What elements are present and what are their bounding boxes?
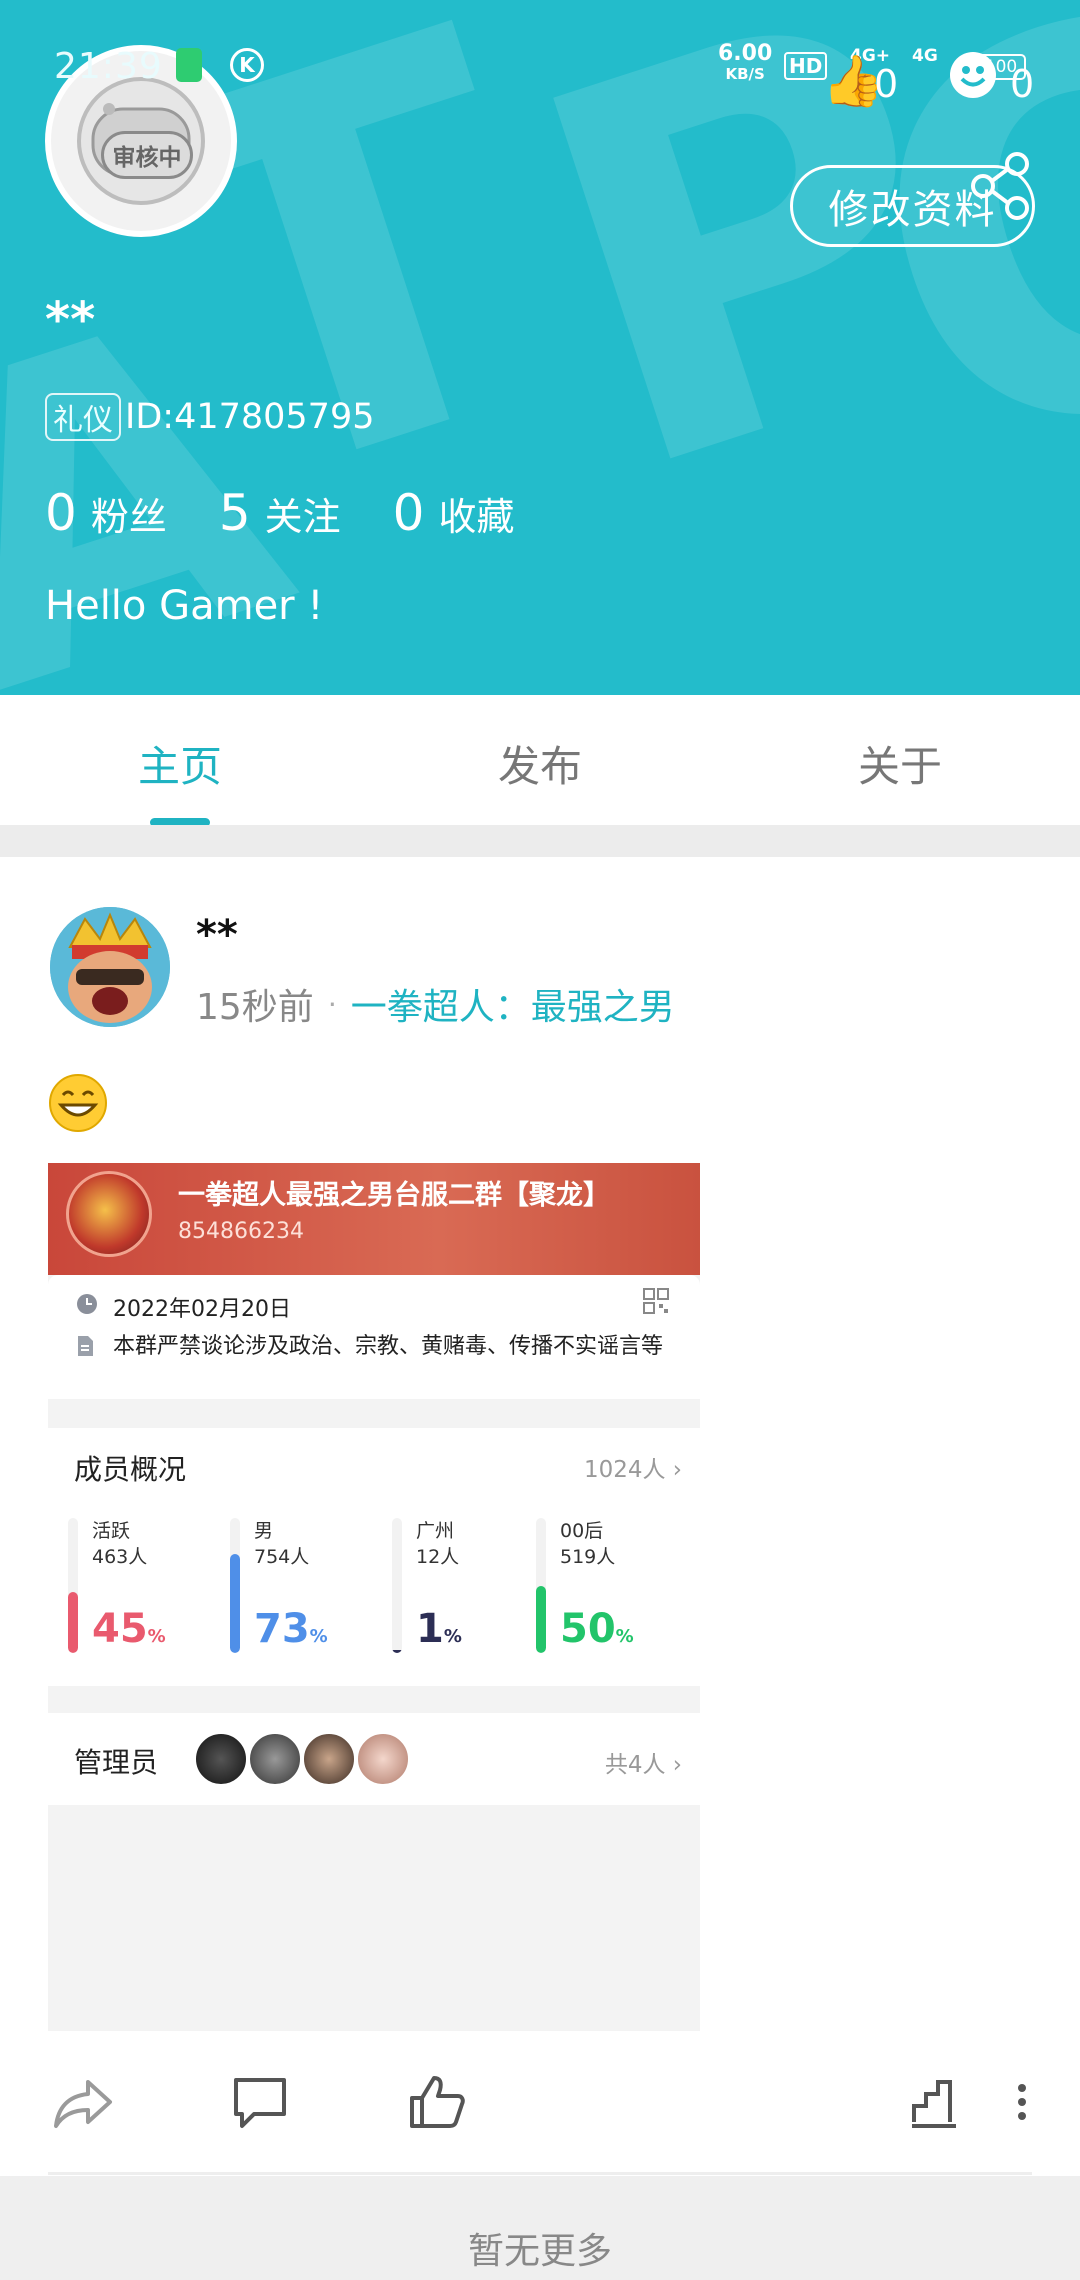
stat-percent: 50% xyxy=(560,1606,634,1652)
group-name: 一拳超人最强之男台服二群【聚龙】 xyxy=(178,1180,610,1211)
stat-label: 关注 xyxy=(264,495,341,539)
stats-icon[interactable] xyxy=(910,2070,960,2134)
stat-percent: 1% xyxy=(416,1606,462,1652)
admins-count: 共4人 › xyxy=(604,1752,682,1778)
card-info: 2022年02月20日 本群严禁谈论涉及政治、宗教、黄赌毒、传播不实谣言等 xyxy=(48,1275,700,1399)
user-id: ID:417805795 xyxy=(125,397,375,437)
status-time: 21:39 xyxy=(54,46,163,87)
members-overview[interactable]: 成员概况 1024人 › 活跃 463人 45% 男 754人 73% 广州 12人 … xyxy=(48,1428,700,1686)
emoji-overlay-count: 0 xyxy=(1010,62,1035,106)
k-app-icon: K xyxy=(230,48,264,82)
admins-row[interactable]: 管理员 共4人 › xyxy=(48,1713,700,1805)
net-speed: 6.00 KB/S xyxy=(718,41,773,84)
user-id-row: 礼仪 ID:417805795 xyxy=(45,393,374,441)
admin-avatar xyxy=(194,1732,248,1786)
share-icon[interactable] xyxy=(965,150,1035,220)
emoji-overlay-icon[interactable] xyxy=(950,52,996,98)
members-count: 1024人 › xyxy=(583,1457,682,1483)
group-rule: 本群严禁谈论涉及政治、宗教、黄赌毒、传播不实谣言等 xyxy=(113,1334,664,1359)
stat-count: 519人 xyxy=(560,1546,616,1568)
stat-label: 广州 xyxy=(416,1520,455,1542)
section-divider xyxy=(0,825,1080,857)
profile-header: T P A O 审核中 21:39 K 6.00 KB/S HD 4G+ 4G 1… xyxy=(0,0,1080,695)
post-game-link[interactable]: 一拳超人：最强之男 xyxy=(351,978,675,1030)
stat-bar-fill xyxy=(68,1592,78,1653)
username: ** xyxy=(45,292,96,348)
stat-number: 0 xyxy=(45,484,77,542)
signal-4g-icon: 4G xyxy=(912,46,938,66)
qr-code-icon[interactable] xyxy=(642,1287,670,1315)
etiquette-tag: 礼仪 xyxy=(45,393,121,441)
comment-icon[interactable] xyxy=(228,2070,292,2134)
stat-bar-fill xyxy=(230,1554,240,1653)
stat-number: 5 xyxy=(218,484,251,542)
tab-publish[interactable]: 发布 xyxy=(498,733,582,794)
stat-label: 男 xyxy=(254,1520,274,1542)
stat-percent: 45% xyxy=(92,1606,166,1652)
fans-stat[interactable]: 0 粉丝 xyxy=(45,484,167,542)
no-more-text: 暂无更多 xyxy=(467,2231,612,2272)
document-icon xyxy=(78,1336,93,1356)
following-stat[interactable]: 5 关注 xyxy=(219,484,341,542)
tab-home[interactable]: 主页 xyxy=(138,733,222,794)
favorites-stat[interactable]: 0 收藏 xyxy=(393,484,515,542)
stat-bar-fill xyxy=(392,1650,402,1653)
review-badge: 审核中 xyxy=(101,131,193,179)
stat-label: 收藏 xyxy=(438,495,515,539)
profile-stats: 0 粉丝 5 关注 0 收藏 xyxy=(45,484,566,542)
forward-icon[interactable] xyxy=(52,2070,116,2134)
profile-tabs: 主页 发布 关于 xyxy=(0,695,1080,823)
user-bio: Hello Gamer ! xyxy=(45,583,324,629)
stat-bar-fill xyxy=(536,1585,546,1653)
stat-number: 0 xyxy=(392,484,425,542)
tab-about[interactable]: 关于 xyxy=(858,733,942,794)
chevron-right-icon: › xyxy=(672,1457,682,1483)
grin-emoji-icon xyxy=(49,1074,107,1132)
group-logo xyxy=(66,1171,152,1257)
meta-dot: · xyxy=(327,987,337,1021)
stat-count: 754人 xyxy=(254,1546,310,1568)
group-share-card[interactable]: 一拳超人最强之男台服二群【聚龙】 854866234 2022年02月20日 本… xyxy=(48,1163,700,2031)
post-meta: 15秒前 · 一拳超人：最强之男 xyxy=(196,978,675,1030)
battery-saver-icon xyxy=(176,48,202,82)
like-icon[interactable] xyxy=(404,2070,468,2134)
chevron-right-icon: › xyxy=(672,1752,682,1778)
post-author-avatar[interactable] xyxy=(50,907,170,1027)
stat-percent: 73% xyxy=(254,1606,328,1652)
more-icon[interactable] xyxy=(1012,2070,1032,2134)
admins-title: 管理员 xyxy=(74,1746,159,1779)
stat-label: 活跃 xyxy=(92,1520,131,1542)
stat-count: 463人 xyxy=(92,1546,148,1568)
group-date: 2022年02月20日 xyxy=(113,1297,291,1322)
admin-avatar xyxy=(248,1732,302,1786)
clock-icon xyxy=(77,1294,97,1314)
card-banner: 一拳超人最强之男台服二群【聚龙】 854866234 xyxy=(48,1163,700,1275)
members-title: 成员概况 xyxy=(74,1453,187,1486)
post-author-name[interactable]: ** xyxy=(196,912,238,958)
admin-avatar xyxy=(302,1732,356,1786)
divider xyxy=(48,2172,1032,2175)
admin-avatar xyxy=(356,1732,410,1786)
post-time: 15秒前 xyxy=(196,987,314,1028)
group-number: 854866234 xyxy=(178,1219,304,1244)
stat-label: 00后 xyxy=(560,1520,604,1542)
hd-icon: HD xyxy=(784,52,828,80)
stat-label: 粉丝 xyxy=(90,495,167,539)
like-overlay-count: 0 xyxy=(874,62,899,106)
stat-count: 12人 xyxy=(416,1546,460,1568)
